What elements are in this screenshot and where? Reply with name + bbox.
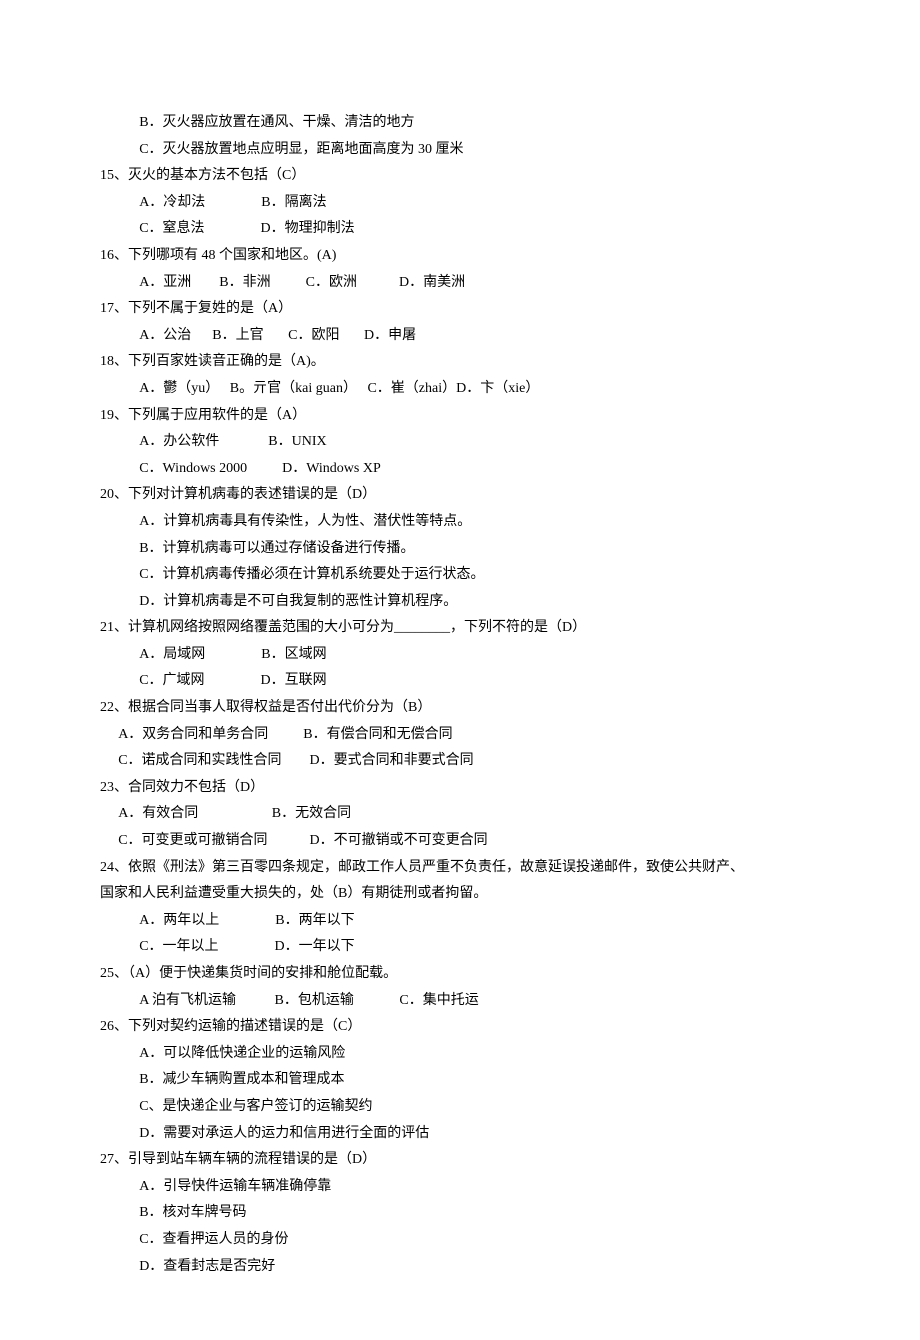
text-line: 19、下列属于应用软件的是（A） bbox=[100, 403, 820, 430]
text-line: B．灭火器应放置在通风、干燥、清洁的地方 bbox=[100, 110, 820, 137]
text-line: 16、下列哪项有 48 个国家和地区。(A) bbox=[100, 243, 820, 270]
text-line: A．双务合同和单务合同 B．有偿合同和无偿合同 bbox=[100, 722, 820, 749]
text-line: A．冷却法 B．隔离法 bbox=[100, 190, 820, 217]
text-line: C．一年以上 D．一年以下 bbox=[100, 934, 820, 961]
text-line: D．需要对承运人的运力和信用进行全面的评估 bbox=[100, 1121, 820, 1148]
text-line: A．有效合同 B．无效合同 bbox=[100, 801, 820, 828]
text-line: 24、依照《刑法》第三百零四条规定，邮政工作人员严重不负责任，故意延误投递邮件，… bbox=[100, 855, 820, 882]
text-line: 25、（A）便于快递集货时间的安排和舱位配载。 bbox=[100, 961, 820, 988]
text-line: A．两年以上 B．两年以下 bbox=[100, 908, 820, 935]
text-line: A．鬱（yu） B。亓官（kai guan） C．崔（zhai）D．卞（xie） bbox=[100, 376, 820, 403]
text-line: C、是快递企业与客户签订的运输契约 bbox=[100, 1094, 820, 1121]
text-line: A．办公软件 B．UNIX bbox=[100, 429, 820, 456]
text-line: A．公治 B．上官 C．欧阳 D．申屠 bbox=[100, 323, 820, 350]
text-line: 17、下列不属于复姓的是（A） bbox=[100, 296, 820, 323]
text-line: 18、下列百家姓读音正确的是（A)。 bbox=[100, 349, 820, 376]
text-line: 15、灭火的基本方法不包括（C） bbox=[100, 163, 820, 190]
text-line: C．Windows 2000 D．Windows XP bbox=[100, 456, 820, 483]
text-line: B．减少车辆购置成本和管理成本 bbox=[100, 1067, 820, 1094]
text-line: C．窒息法 D．物理抑制法 bbox=[100, 216, 820, 243]
text-line: 21、计算机网络按照网络覆盖范围的大小可分为________，下列不符的是（D） bbox=[100, 615, 820, 642]
text-line: 国家和人民利益遭受重大损失的，处（B）有期徒刑或者拘留。 bbox=[100, 881, 820, 908]
document-body: B．灭火器应放置在通风、干燥、清洁的地方C．灭火器放置地点应明显，距离地面高度为… bbox=[100, 110, 820, 1280]
text-line: C．广域网 D．互联网 bbox=[100, 668, 820, 695]
text-line: A．可以降低快递企业的运输风险 bbox=[100, 1041, 820, 1068]
text-line: A．亚洲 B．非洲 C．欧洲 D．南美洲 bbox=[100, 270, 820, 297]
text-line: A．局域网 B．区域网 bbox=[100, 642, 820, 669]
text-line: C．可变更或可撤销合同 D．不可撤销或不可变更合同 bbox=[100, 828, 820, 855]
text-line: A．引导快件运输车辆准确停靠 bbox=[100, 1174, 820, 1201]
text-line: 22、根据合同当事人取得权益是否付出代价分为（B） bbox=[100, 695, 820, 722]
text-line: D．计算机病毒是不可自我复制的恶性计算机程序。 bbox=[100, 589, 820, 616]
text-line: C．计算机病毒传播必须在计算机系统要处于运行状态。 bbox=[100, 562, 820, 589]
text-line: B．计算机病毒可以通过存储设备进行传播。 bbox=[100, 536, 820, 563]
text-line: 23、合同效力不包括（D） bbox=[100, 775, 820, 802]
text-line: C．诺成合同和实践性合同 D．要式合同和非要式合同 bbox=[100, 748, 820, 775]
text-line: A．计算机病毒具有传染性，人为性、潜伏性等特点。 bbox=[100, 509, 820, 536]
text-line: 27、引导到站车辆车辆的流程错误的是（D） bbox=[100, 1147, 820, 1174]
text-line: 20、下列对计算机病毒的表述错误的是（D） bbox=[100, 482, 820, 509]
text-line: C．灭火器放置地点应明显，距离地面高度为 30 厘米 bbox=[100, 137, 820, 164]
text-line: B．核对车牌号码 bbox=[100, 1200, 820, 1227]
text-line: C．查看押运人员的身份 bbox=[100, 1227, 820, 1254]
text-line: 26、下列对契约运输的描述错误的是（C） bbox=[100, 1014, 820, 1041]
text-line: A 泊有飞机运输 B．包机运输 C．集中托运 bbox=[100, 988, 820, 1015]
text-line: D．查看封志是否完好 bbox=[100, 1254, 820, 1281]
